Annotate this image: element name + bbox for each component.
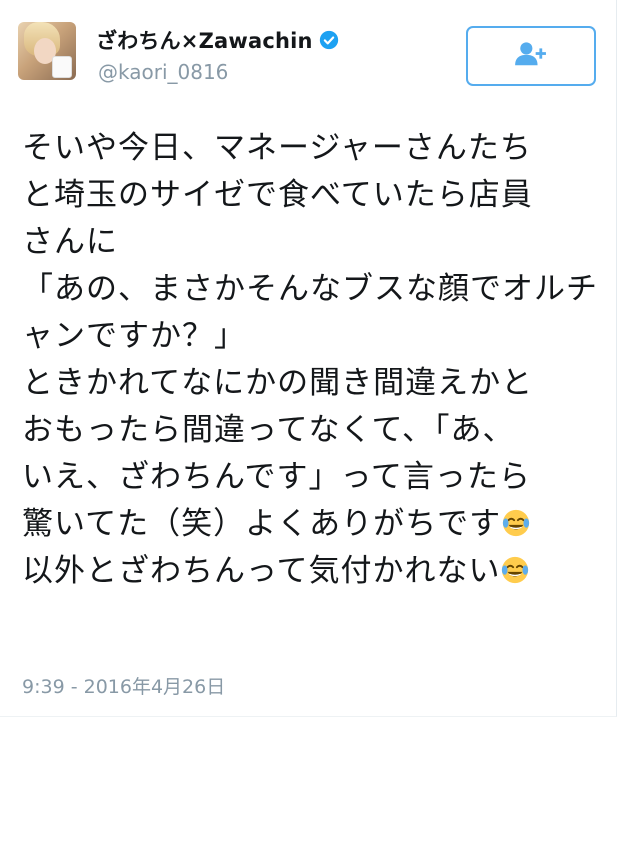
tweet-line: さんに <box>22 224 118 260</box>
verified-badge-icon <box>319 30 339 50</box>
tweet-line: 驚いてた（笑）よくありがちです <box>22 506 502 542</box>
tweet-line: と埼玉のサイゼで食べていたら店員 <box>22 177 533 213</box>
tweet-header: ざわちん×Zawachin @kaori_0816 <box>18 20 598 90</box>
tweet-line: おもったら間違ってなくて、「あ、 <box>22 412 515 448</box>
tweet-line: 「あの、まさかそんなブスな顔でオルチ <box>22 271 598 307</box>
tweet-line: いえ、ざわちんです」って言ったら <box>22 459 531 495</box>
author-display-name[interactable]: ざわちん×Zawachin <box>96 25 313 55</box>
follow-button[interactable] <box>466 26 596 86</box>
face-with-tears-of-joy-icon <box>501 505 531 537</box>
add-user-icon <box>512 40 550 72</box>
tweet-timestamp[interactable]: 9:39 - 2016年4月26日 <box>22 672 225 699</box>
author-name-row: ざわちん×Zawachin <box>96 26 339 54</box>
tweet-card: ざわちん×Zawachin @kaori_0816 そいや今日、マネージャーさん… <box>0 0 617 717</box>
avatar[interactable] <box>18 22 76 80</box>
author-handle[interactable]: @kaori_0816 <box>98 60 228 84</box>
tweet-line: ときかれてなにかの聞き間違えかと <box>22 365 534 401</box>
tweet-line: 以外とざわちんって気付かれない <box>22 553 501 589</box>
tweet-line: ャンですか？」 <box>22 318 246 354</box>
tweet-line: そいや今日、マネージャーさんたち <box>22 130 532 166</box>
face-with-tears-of-joy-icon <box>500 552 530 584</box>
tweet-text: そいや今日、マネージャーさんたち と埼玉のサイゼで食べていたら店員 さんに 「あ… <box>22 125 602 595</box>
